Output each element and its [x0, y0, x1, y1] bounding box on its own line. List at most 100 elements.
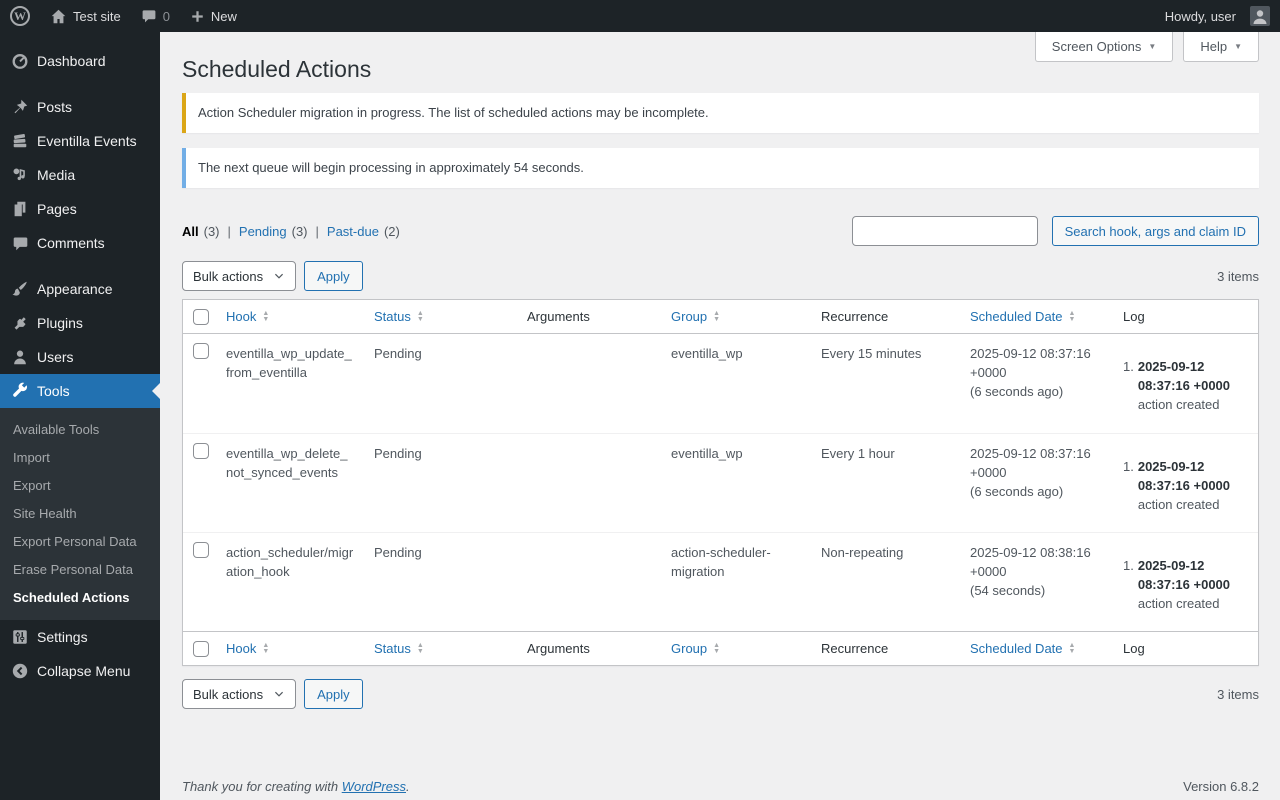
sidebar-item-appearance[interactable]: Appearance [0, 272, 160, 306]
notice-migration: Action Scheduler migration in progress. … [182, 93, 1259, 133]
scheduled-date-relative: (6 seconds ago) [970, 484, 1064, 499]
brush-icon [10, 280, 30, 298]
sidebar-item-settings[interactable]: Settings [0, 620, 160, 654]
table-header: Hook ▲ ▼ Status ▲ ▼ Arguments Group ▲ ▼ Recurr… [183, 300, 1258, 334]
column-header-hook[interactable]: Hook ▲ ▼ [226, 641, 269, 657]
sort-indicator-icon: ▲ ▼ [262, 642, 270, 655]
tickets-icon [10, 132, 30, 150]
submenu-item-available-tools[interactable]: Available Tools [0, 416, 160, 444]
sidebar-item-posts[interactable]: Posts [0, 90, 160, 124]
submenu-item-scheduled-actions[interactable]: Scheduled Actions [0, 584, 160, 612]
filter-past-due[interactable]: Past-due [327, 224, 379, 239]
admin-bar-right: Howdy, user [1155, 0, 1280, 32]
screen-meta: Screen Options ▼ Help ▼ [1025, 32, 1259, 62]
column-header-log: Log [1123, 640, 1145, 656]
tools-submenu: Available Tools Import Export Site Healt… [0, 408, 160, 620]
notice-queue: The next queue will begin processing in … [182, 148, 1259, 188]
table-footer: Hook ▲ ▼ Status ▲ ▼ Arguments Group ▲ ▼ Recurr… [183, 631, 1258, 665]
comments-bubble-icon [141, 8, 157, 24]
bulk-actions-value: Bulk actions [193, 686, 264, 702]
sort-indicator-icon: ▲ ▼ [416, 310, 424, 323]
search-input[interactable] [851, 216, 1038, 246]
log-entry: 1. 2025-09-12 08:37:16 +0000 action crea… [1123, 457, 1248, 514]
row-checkbox[interactable] [193, 443, 209, 459]
sidebar-item-label: Dashboard [37, 53, 106, 69]
group-value: action-scheduler-migration [671, 545, 771, 579]
sidebar-item-label: Pages [37, 201, 77, 217]
submenu-item-erase-personal-data[interactable]: Erase Personal Data [0, 556, 160, 584]
select-all-checkbox[interactable] [193, 641, 209, 657]
column-header-status[interactable]: Status ▲ ▼ [374, 641, 424, 657]
filter-pending[interactable]: Pending [239, 224, 287, 239]
sidebar-item-label: Users [37, 349, 74, 365]
bulk-actions-select[interactable]: Bulk actions [182, 679, 297, 709]
wordpress-link[interactable]: WordPress [342, 779, 406, 794]
column-header-log: Log [1123, 308, 1145, 324]
sidebar-item-plugins[interactable]: Plugins [0, 306, 160, 340]
filter-all[interactable]: All [182, 224, 199, 239]
media-icon [10, 166, 30, 184]
log-entry: 1. 2025-09-12 08:37:16 +0000 action crea… [1123, 556, 1248, 613]
submenu-item-export[interactable]: Export [0, 472, 160, 500]
apply-button[interactable]: Apply [304, 261, 363, 291]
column-header-group[interactable]: Group ▲ ▼ [671, 641, 720, 657]
column-header-hook[interactable]: Hook ▲ ▼ [226, 309, 269, 325]
sidebar-item-label: Posts [37, 99, 73, 115]
group-value: eventilla_wp [671, 346, 743, 361]
plus-icon [190, 9, 205, 24]
column-header-arguments: Arguments [527, 308, 590, 324]
submenu-item-import[interactable]: Import [0, 444, 160, 472]
hook-name: action_scheduler/migration_hook [226, 545, 354, 579]
sidebar-item-label: Settings [37, 629, 88, 645]
sidebar-item-eventilla-events[interactable]: Eventilla Events [0, 124, 160, 158]
column-header-scheduled-date[interactable]: Scheduled Date ▲ ▼ [970, 641, 1075, 657]
filter-past-due-count: (2) [383, 223, 400, 239]
bulk-actions-select[interactable]: Bulk actions [182, 261, 297, 291]
sidebar-item-tools[interactable]: Tools [0, 374, 160, 408]
submenu-item-export-personal-data[interactable]: Export Personal Data [0, 528, 160, 556]
sidebar-item-label: Plugins [37, 315, 83, 331]
comments-menu[interactable]: 0 [131, 0, 180, 32]
column-header-arguments: Arguments [527, 640, 590, 656]
scheduled-date-relative: (54 seconds) [970, 583, 1046, 598]
apply-button[interactable]: Apply [304, 679, 363, 709]
status-filters: All (3) | Pending (3) | Past-due (2) [182, 224, 400, 239]
sort-indicator-icon: ▲ ▼ [1068, 310, 1076, 323]
sidebar-item-media[interactable]: Media [0, 158, 160, 192]
column-header-status[interactable]: Status ▲ ▼ [374, 309, 424, 325]
submenu-item-site-health[interactable]: Site Health [0, 500, 160, 528]
search-button[interactable]: Search hook, args and claim ID [1051, 216, 1259, 246]
screen-options-button[interactable]: Screen Options ▼ [1034, 32, 1174, 62]
site-name-menu[interactable]: Test site [40, 0, 131, 32]
footer-thanks: Thank you for creating with WordPress. [182, 779, 410, 794]
screen-options-label: Screen Options [1051, 39, 1142, 54]
admin-footer: Thank you for creating with WordPress. V… [182, 779, 1259, 794]
sidebar-item-dashboard[interactable]: Dashboard [0, 44, 160, 78]
column-header-scheduled-date[interactable]: Scheduled Date ▲ ▼ [970, 309, 1075, 325]
sidebar-item-label: Collapse Menu [37, 663, 131, 679]
select-all-checkbox[interactable] [193, 309, 209, 325]
new-menu[interactable]: New [180, 0, 247, 32]
row-checkbox[interactable] [193, 343, 209, 359]
sidebar-item-comments[interactable]: Comments [0, 226, 160, 260]
column-header-recurrence: Recurrence [821, 308, 889, 324]
help-button[interactable]: Help ▼ [1183, 32, 1259, 62]
sidebar-item-users[interactable]: Users [0, 340, 160, 374]
row-checkbox[interactable] [193, 542, 209, 558]
column-header-group[interactable]: Group ▲ ▼ [671, 309, 720, 325]
home-icon [50, 8, 67, 25]
sort-indicator-icon: ▲ ▼ [1068, 642, 1076, 655]
dashboard-icon [10, 52, 30, 70]
bulk-actions-wrap: Bulk actions Apply [182, 679, 363, 709]
my-account-menu[interactable]: Howdy, user [1155, 0, 1280, 32]
recurrence-value: Every 15 minutes [821, 346, 922, 361]
chevron-down-icon: ▼ [1234, 42, 1242, 51]
hook-name: eventilla_wp_update_from_eventilla [226, 346, 352, 380]
wordpress-logo-icon: W [10, 6, 30, 26]
chevron-down-icon [275, 691, 284, 697]
sidebar-item-pages[interactable]: Pages [0, 192, 160, 226]
wordpress-logo-menu[interactable]: W [0, 0, 40, 32]
sidebar-item-label: Tools [37, 383, 70, 399]
sidebar-item-collapse-menu[interactable]: Collapse Menu [0, 654, 160, 688]
notice-queue-text: The next queue will begin processing in … [198, 160, 584, 175]
